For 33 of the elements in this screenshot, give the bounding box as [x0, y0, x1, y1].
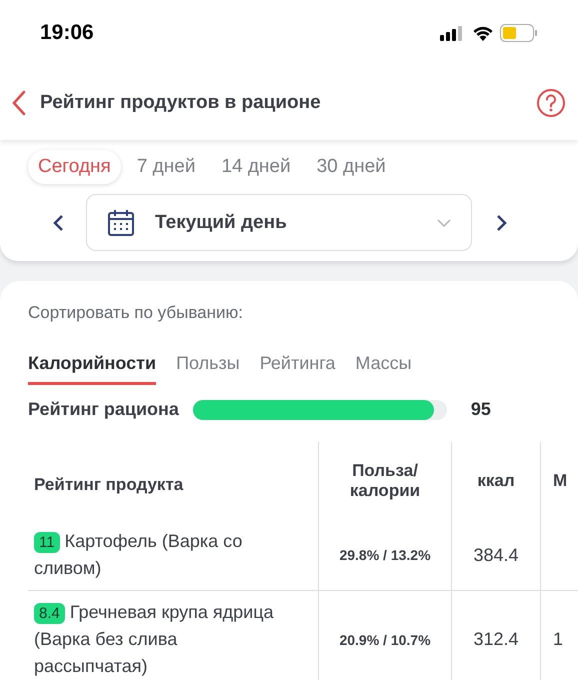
previous-icon[interactable]: [52, 214, 64, 232]
wifi-icon: [472, 24, 494, 40]
next-icon[interactable]: [496, 214, 508, 232]
back-icon[interactable]: [12, 90, 26, 116]
period-tab[interactable]: Сегодня: [28, 150, 121, 184]
period-tab[interactable]: 7 дней: [126, 150, 206, 184]
sort-tab[interactable]: Массы: [355, 353, 412, 385]
product-cell-text: 8.4 Гречневая крупа ядрица (Варка без слива рассыпчатая): [34, 601, 275, 678]
table-cell: 20.9% / 10.7%: [339, 632, 431, 648]
period-tab[interactable]: 30 дней: [306, 150, 396, 184]
sort-tab[interactable]: Рейтинга: [260, 353, 336, 385]
status-time: 19:06: [40, 20, 94, 44]
help-icon[interactable]: [536, 88, 566, 118]
column-header: ккал: [452, 442, 540, 520]
date-dropdown[interactable]: Текущий день: [86, 194, 472, 251]
product-cell-text: 11 Картофель (Варка со сливом): [34, 530, 244, 580]
calendar-icon: [107, 208, 135, 236]
sort-tab[interactable]: Пользы: [176, 353, 240, 385]
dropdown-icon: [437, 218, 451, 226]
column-header: Рейтинг продукта: [28, 442, 318, 520]
battery-icon: [500, 24, 538, 42]
sort-tab[interactable]: Калорийности: [28, 353, 156, 385]
table-cell: 1: [553, 629, 564, 649]
table-cell: 384.4: [473, 544, 519, 564]
sort-label: Сортировать по убыванию:: [28, 303, 244, 323]
rating-value: 95: [470, 399, 491, 420]
table-cell: 29.8% / 13.2%: [339, 547, 431, 563]
column-header: М: [540, 442, 578, 520]
screen-title: Рейтинг продуктов в рационе: [40, 92, 322, 114]
table-cell: 312.4: [473, 629, 519, 649]
period-tab[interactable]: 14 дней: [211, 150, 301, 184]
rating-label: Рейтинг рациона: [28, 399, 179, 420]
column-header: Польза/ калории: [318, 442, 452, 520]
